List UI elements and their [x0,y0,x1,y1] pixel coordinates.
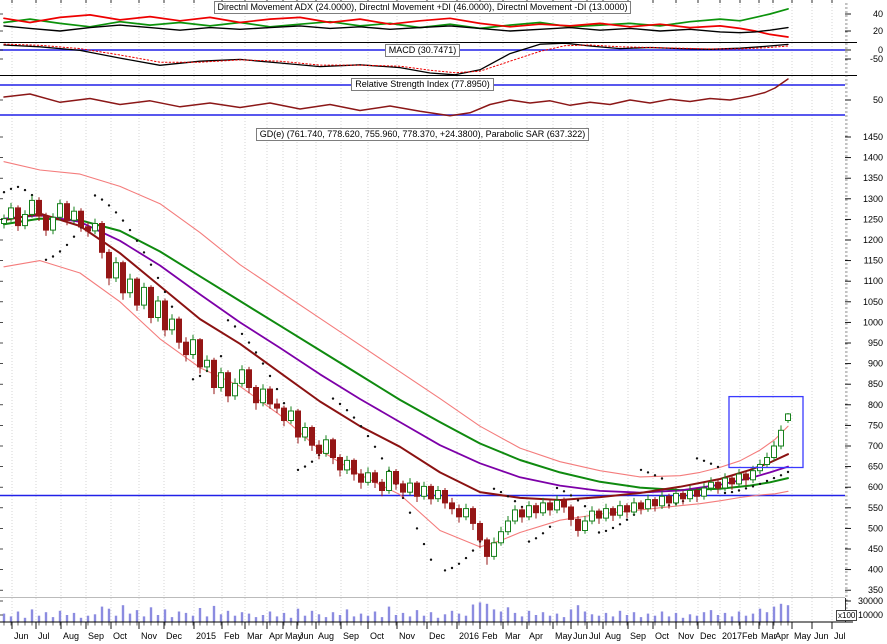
svg-text:Feb: Feb [482,631,498,641]
chart-window: 40200-5050145014001350130012501200115011… [0,0,887,644]
svg-text:Aug: Aug [605,631,621,641]
svg-text:30000: 30000 [858,596,883,606]
svg-text:20: 20 [873,26,883,36]
svg-text:1350: 1350 [863,173,883,183]
svg-text:750: 750 [868,420,883,430]
svg-text:1450: 1450 [863,132,883,142]
svg-text:Jul: Jul [834,631,846,641]
svg-text:Mar: Mar [247,631,263,641]
volume-bars [4,602,788,622]
overlay-BB-upper [4,162,788,477]
svg-text:1050: 1050 [863,297,883,307]
svg-text:1300: 1300 [863,194,883,204]
svg-text:2016: 2016 [459,631,479,641]
candles [2,196,791,565]
svg-text:-50: -50 [870,54,883,64]
svg-text:900: 900 [868,359,883,369]
svg-text:600: 600 [868,482,883,492]
svg-text:2015: 2015 [196,631,216,641]
overlay-MA-short [4,214,788,500]
svg-text:May: May [555,631,573,641]
svg-text:350: 350 [868,585,883,595]
svg-text:Jun: Jun [299,631,314,641]
svg-text:1150: 1150 [864,256,883,266]
svg-text:Jun: Jun [573,631,588,641]
svg-text:Feb: Feb [224,631,240,641]
overlay-BB-lower [4,261,788,547]
svg-text:1100: 1100 [864,276,883,286]
month-gridlines [12,1,832,622]
svg-text:Nov: Nov [678,631,695,641]
svg-text:500: 500 [868,523,883,533]
svg-text:Jun: Jun [14,631,29,641]
sar-dots [3,186,789,572]
panel-separators [0,43,857,623]
svg-text:1000: 1000 [863,317,883,327]
svg-text:Mar: Mar [505,631,521,641]
svg-text:800: 800 [868,400,883,410]
svg-text:Feb: Feb [742,631,758,641]
svg-text:1400: 1400 [863,153,883,163]
svg-text:700: 700 [868,441,883,451]
level-lines [0,50,845,495]
svg-text:950: 950 [868,338,883,348]
chart-canvas: 40200-5050145014001350130012501200115011… [0,0,887,644]
svg-text:Sep: Sep [343,631,359,641]
svg-text:850: 850 [868,379,883,389]
svg-text:650: 650 [868,462,883,472]
macd-lines [4,43,788,75]
svg-text:Nov: Nov [399,631,416,641]
svg-text:Oct: Oct [113,631,128,641]
highlight-box [729,397,803,468]
svg-text:1250: 1250 [863,214,883,224]
svg-text:Sep: Sep [630,631,646,641]
svg-text:Nov: Nov [141,631,158,641]
svg-text:Dec: Dec [166,631,183,641]
svg-text:10000: 10000 [858,610,883,620]
svg-text:Dec: Dec [429,631,446,641]
svg-text:2017: 2017 [722,631,742,641]
svg-text:May: May [794,631,812,641]
svg-text:Apr: Apr [775,631,789,641]
svg-text:Dec: Dec [700,631,717,641]
dmi-lines [4,9,788,37]
svg-text:40: 40 [873,9,883,19]
overlay-MA-mid [4,215,788,492]
svg-text:Apr: Apr [269,631,283,641]
svg-text:Sep: Sep [88,631,104,641]
svg-text:Apr: Apr [529,631,543,641]
svg-text:550: 550 [868,503,883,513]
svg-text:400: 400 [868,565,883,575]
x-axis-labels: JunJulAugSepOctNovDec2015FebMarAprMayJun… [14,631,846,641]
svg-text:Aug: Aug [318,631,334,641]
svg-text:Aug: Aug [63,631,79,641]
right-axis-ticks [845,4,848,616]
svg-text:Jun: Jun [814,631,829,641]
svg-text:1200: 1200 [863,235,883,245]
svg-text:Oct: Oct [655,631,670,641]
svg-text:Jul: Jul [38,631,50,641]
svg-text:450: 450 [868,544,883,554]
svg-text:Oct: Oct [370,631,385,641]
volume-multiplier-badge: x100 [836,610,857,621]
right-axis-labels: 40200-5050145014001350130012501200115011… [845,9,883,620]
overlay-MA-long [4,219,788,491]
x-axis-ticks [4,0,832,629]
svg-text:50: 50 [873,95,883,105]
svg-text:Jul: Jul [589,631,601,641]
left-axis-ticks [0,14,3,615]
